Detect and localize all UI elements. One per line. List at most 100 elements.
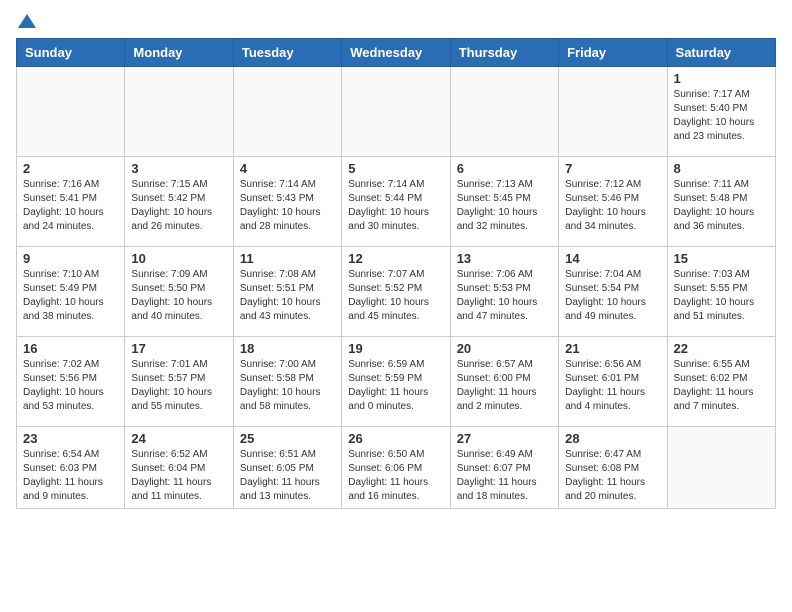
week-row-4: 23 Sunrise: 6:54 AM Sunset: 6:03 PM Dayli… bbox=[17, 427, 776, 509]
day-info: Sunrise: 6:59 AM Sunset: 5:59 PM Dayligh… bbox=[348, 358, 443, 414]
calendar-cell bbox=[125, 67, 233, 157]
calendar-cell: 8Sunrise: 7:11 AM Sunset: 5:48 PM Daylig… bbox=[667, 157, 775, 247]
calendar-cell: 1 Sunrise: 7:17 AM Sunset: 5:40 PM Daylig… bbox=[667, 67, 775, 157]
day-info: Sunrise: 6:57 AM Sunset: 6:00 PM Dayligh… bbox=[457, 358, 552, 414]
week-row-3: 16Sunrise: 7:02 AM Sunset: 5:56 PM Dayli… bbox=[17, 337, 776, 427]
day-info: Sunrise: 7:14 AM Sunset: 5:44 PM Dayligh… bbox=[348, 178, 443, 234]
day-number: 14 bbox=[565, 251, 660, 266]
calendar-cell: 25 Sunrise: 6:51 AM Sunset: 6:05 PM Dayli… bbox=[233, 427, 341, 509]
calendar-cell: 15 Sunrise: 7:03 AM Sunset: 5:55 PM Dayli… bbox=[667, 247, 775, 337]
calendar-cell: 18 Sunrise: 7:00 AM Sunset: 5:58 PM Dayli… bbox=[233, 337, 341, 427]
calendar-cell: 16Sunrise: 7:02 AM Sunset: 5:56 PM Dayli… bbox=[17, 337, 125, 427]
day-info: Sunrise: 7:10 AM Sunset: 5:49 PM Dayligh… bbox=[23, 268, 118, 324]
day-number: 26 bbox=[348, 431, 443, 446]
day-number: 1 bbox=[674, 71, 769, 86]
day-number: 5 bbox=[348, 161, 443, 176]
day-number: 2 bbox=[23, 161, 118, 176]
day-number: 28 bbox=[565, 431, 660, 446]
day-info: Sunrise: 6:54 AM Sunset: 6:03 PM Dayligh… bbox=[23, 448, 118, 504]
day-info: Sunrise: 6:51 AM Sunset: 6:05 PM Dayligh… bbox=[240, 448, 335, 504]
calendar-cell: 24 Sunrise: 6:52 AM Sunset: 6:04 PM Dayli… bbox=[125, 427, 233, 509]
calendar-cell: 6 Sunrise: 7:13 AM Sunset: 5:45 PM Daylig… bbox=[450, 157, 558, 247]
calendar-cell: 3Sunrise: 7:15 AM Sunset: 5:42 PM Daylig… bbox=[125, 157, 233, 247]
day-number: 6 bbox=[457, 161, 552, 176]
day-info: Sunrise: 7:09 AM Sunset: 5:50 PM Dayligh… bbox=[131, 268, 226, 324]
day-number: 3 bbox=[131, 161, 226, 176]
calendar-cell bbox=[559, 67, 667, 157]
day-info: Sunrise: 7:16 AM Sunset: 5:41 PM Dayligh… bbox=[23, 178, 118, 234]
day-number: 10 bbox=[131, 251, 226, 266]
day-info: Sunrise: 7:03 AM Sunset: 5:55 PM Dayligh… bbox=[674, 268, 769, 324]
calendar-table: SundayMondayTuesdayWednesdayThursdayFrid… bbox=[16, 38, 776, 509]
calendar-cell bbox=[342, 67, 450, 157]
day-info: Sunrise: 7:17 AM Sunset: 5:40 PM Dayligh… bbox=[674, 88, 769, 144]
logo bbox=[16, 16, 36, 26]
calendar-cell: 7Sunrise: 7:12 AM Sunset: 5:46 PM Daylig… bbox=[559, 157, 667, 247]
calendar-cell: 28 Sunrise: 6:47 AM Sunset: 6:08 PM Dayli… bbox=[559, 427, 667, 509]
calendar-cell: 13 Sunrise: 7:06 AM Sunset: 5:53 PM Dayli… bbox=[450, 247, 558, 337]
calendar-cell: 9 Sunrise: 7:10 AM Sunset: 5:49 PM Daylig… bbox=[17, 247, 125, 337]
calendar-cell: 17 Sunrise: 7:01 AM Sunset: 5:57 PM Dayli… bbox=[125, 337, 233, 427]
day-info: Sunrise: 7:12 AM Sunset: 5:46 PM Dayligh… bbox=[565, 178, 660, 234]
weekday-header-friday: Friday bbox=[559, 39, 667, 67]
week-row-2: 9 Sunrise: 7:10 AM Sunset: 5:49 PM Daylig… bbox=[17, 247, 776, 337]
day-number: 17 bbox=[131, 341, 226, 356]
calendar-cell: 4 Sunrise: 7:14 AM Sunset: 5:43 PM Daylig… bbox=[233, 157, 341, 247]
day-number: 23 bbox=[23, 431, 118, 446]
weekday-header-sunday: Sunday bbox=[17, 39, 125, 67]
weekday-header-row: SundayMondayTuesdayWednesdayThursdayFrid… bbox=[17, 39, 776, 67]
day-info: Sunrise: 6:50 AM Sunset: 6:06 PM Dayligh… bbox=[348, 448, 443, 504]
calendar-cell: 22Sunrise: 6:55 AM Sunset: 6:02 PM Dayli… bbox=[667, 337, 775, 427]
day-number: 19 bbox=[348, 341, 443, 356]
day-info: Sunrise: 7:01 AM Sunset: 5:57 PM Dayligh… bbox=[131, 358, 226, 414]
weekday-header-monday: Monday bbox=[125, 39, 233, 67]
calendar-cell: 19 Sunrise: 6:59 AM Sunset: 5:59 PM Dayli… bbox=[342, 337, 450, 427]
day-number: 4 bbox=[240, 161, 335, 176]
day-info: Sunrise: 7:07 AM Sunset: 5:52 PM Dayligh… bbox=[348, 268, 443, 324]
day-number: 12 bbox=[348, 251, 443, 266]
weekday-header-saturday: Saturday bbox=[667, 39, 775, 67]
calendar-cell bbox=[17, 67, 125, 157]
calendar-cell: 21 Sunrise: 6:56 AM Sunset: 6:01 PM Dayli… bbox=[559, 337, 667, 427]
calendar-cell: 27 Sunrise: 6:49 AM Sunset: 6:07 PM Dayli… bbox=[450, 427, 558, 509]
day-info: Sunrise: 7:04 AM Sunset: 5:54 PM Dayligh… bbox=[565, 268, 660, 324]
calendar-cell bbox=[233, 67, 341, 157]
day-info: Sunrise: 7:13 AM Sunset: 5:45 PM Dayligh… bbox=[457, 178, 552, 234]
day-number: 25 bbox=[240, 431, 335, 446]
day-number: 11 bbox=[240, 251, 335, 266]
day-info: Sunrise: 7:06 AM Sunset: 5:53 PM Dayligh… bbox=[457, 268, 552, 324]
calendar-cell: 10 Sunrise: 7:09 AM Sunset: 5:50 PM Dayli… bbox=[125, 247, 233, 337]
week-row-0: 1 Sunrise: 7:17 AM Sunset: 5:40 PM Daylig… bbox=[17, 67, 776, 157]
calendar-cell: 20 Sunrise: 6:57 AM Sunset: 6:00 PM Dayli… bbox=[450, 337, 558, 427]
day-number: 13 bbox=[457, 251, 552, 266]
day-info: Sunrise: 7:14 AM Sunset: 5:43 PM Dayligh… bbox=[240, 178, 335, 234]
day-info: Sunrise: 6:47 AM Sunset: 6:08 PM Dayligh… bbox=[565, 448, 660, 504]
day-info: Sunrise: 6:56 AM Sunset: 6:01 PM Dayligh… bbox=[565, 358, 660, 414]
day-number: 8 bbox=[674, 161, 769, 176]
day-number: 18 bbox=[240, 341, 335, 356]
day-info: Sunrise: 7:08 AM Sunset: 5:51 PM Dayligh… bbox=[240, 268, 335, 324]
day-info: Sunrise: 7:02 AM Sunset: 5:56 PM Dayligh… bbox=[23, 358, 118, 414]
day-number: 27 bbox=[457, 431, 552, 446]
calendar-cell: 23 Sunrise: 6:54 AM Sunset: 6:03 PM Dayli… bbox=[17, 427, 125, 509]
day-number: 15 bbox=[674, 251, 769, 266]
day-number: 20 bbox=[457, 341, 552, 356]
calendar-cell: 2 Sunrise: 7:16 AM Sunset: 5:41 PM Daylig… bbox=[17, 157, 125, 247]
calendar-cell: 12 Sunrise: 7:07 AM Sunset: 5:52 PM Dayli… bbox=[342, 247, 450, 337]
day-number: 9 bbox=[23, 251, 118, 266]
day-number: 24 bbox=[131, 431, 226, 446]
day-info: Sunrise: 6:49 AM Sunset: 6:07 PM Dayligh… bbox=[457, 448, 552, 504]
logo-icon bbox=[18, 14, 36, 28]
weekday-header-wednesday: Wednesday bbox=[342, 39, 450, 67]
page-header bbox=[16, 16, 776, 26]
day-info: Sunrise: 6:52 AM Sunset: 6:04 PM Dayligh… bbox=[131, 448, 226, 504]
day-info: Sunrise: 7:00 AM Sunset: 5:58 PM Dayligh… bbox=[240, 358, 335, 414]
calendar-cell: 11 Sunrise: 7:08 AM Sunset: 5:51 PM Dayli… bbox=[233, 247, 341, 337]
weekday-header-tuesday: Tuesday bbox=[233, 39, 341, 67]
day-number: 21 bbox=[565, 341, 660, 356]
calendar-cell: 26 Sunrise: 6:50 AM Sunset: 6:06 PM Dayli… bbox=[342, 427, 450, 509]
calendar-cell bbox=[450, 67, 558, 157]
day-number: 22 bbox=[674, 341, 769, 356]
calendar-cell bbox=[667, 427, 775, 509]
calendar-cell: 5 Sunrise: 7:14 AM Sunset: 5:44 PM Daylig… bbox=[342, 157, 450, 247]
